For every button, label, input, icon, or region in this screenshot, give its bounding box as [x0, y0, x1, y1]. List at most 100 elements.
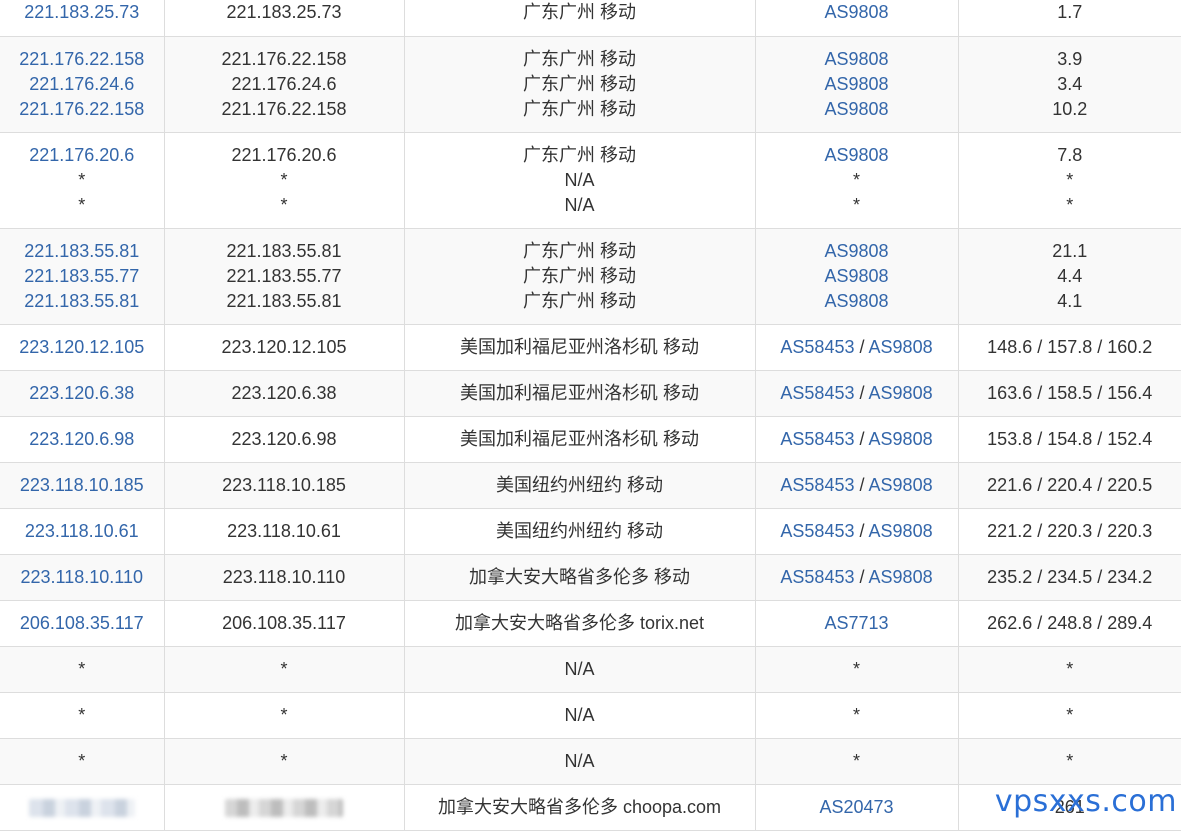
asn-separator: /	[859, 382, 865, 403]
hop-row: * * N/A * *	[0, 692, 1181, 739]
hop-hostname: 223.120.6.38	[231, 382, 337, 403]
hop-latency: 262.6 / 248.8 / 289.4	[987, 612, 1153, 633]
hop-asn-line: *	[760, 193, 954, 218]
asn-link[interactable]: AS9808	[824, 241, 888, 261]
hop-ip-cell	[0, 784, 165, 831]
hop-location: N/A	[564, 750, 595, 771]
hop-hostname: *	[280, 169, 288, 190]
hop-ip-link[interactable]: 221.183.55.81	[4, 239, 160, 264]
hop-ip-link[interactable]: 206.108.35.117	[4, 611, 160, 636]
hop-latency: 4.4	[1057, 265, 1083, 286]
hop-ip-cell: 206.108.35.117	[0, 600, 165, 647]
asn-link[interactable]: AS9808	[824, 291, 888, 311]
asn-link[interactable]: AS58453	[780, 567, 854, 587]
hop-latency-cell: 153.8 / 154.8 / 152.4	[958, 416, 1181, 463]
hop-ip-link[interactable]: 223.118.10.110	[4, 565, 160, 590]
hop-hostname: 221.183.55.81	[226, 240, 342, 261]
hop-location-cell: 广东广州 移动 N/A N/A	[404, 132, 756, 229]
hop-ip-link[interactable]: 223.118.10.61	[4, 519, 160, 544]
asn-link[interactable]: AS58453	[780, 337, 854, 357]
redacted-ip	[28, 798, 135, 817]
asn-link[interactable]: AS9808	[824, 145, 888, 165]
hop-asn-line: AS9808	[760, 264, 954, 289]
hop-hostname-cell: 223.118.10.61	[164, 508, 405, 555]
hop-ip-link[interactable]: 221.183.55.81	[4, 289, 160, 314]
hop-row: 223.118.10.110 223.118.10.110 加拿大安大略省多伦多 移…	[0, 554, 1181, 601]
hop-latency-cell: *	[958, 646, 1181, 693]
hop-location: 加拿大安大略省多伦多 移动	[469, 566, 690, 587]
hop-location-cell: 美国加利福尼亚州洛杉矶 移动	[404, 370, 756, 417]
hop-location: 广东广州 移动	[522, 290, 636, 311]
hop-hostname: 223.118.10.110	[222, 566, 346, 587]
asn-link[interactable]: AS58453	[780, 475, 854, 495]
hop-ip-link[interactable]: 223.120.6.98	[4, 427, 160, 452]
hop-row: 223.120.6.98 223.120.6.98 美国加利福尼亚州洛杉矶 移动 AS…	[0, 416, 1181, 463]
hop-ip-cell: 223.120.12.105	[0, 324, 165, 371]
hop-asn-line: *	[760, 168, 954, 193]
asn-link[interactable]: AS9808	[869, 429, 933, 449]
redacted-hostname	[225, 798, 343, 817]
hop-latency-cell: 262.6 / 248.8 / 289.4	[958, 600, 1181, 647]
hop-hostname: 221.183.55.81	[226, 290, 342, 311]
hop-latency-cell: 221.6 / 220.4 / 220.5	[958, 462, 1181, 509]
hop-location-cell: N/A	[404, 646, 756, 693]
hop-ip-cell: 223.118.10.110	[0, 554, 165, 601]
hop-ip-cell: 223.118.10.61	[0, 508, 165, 555]
hop-latency-cell: 148.6 / 157.8 / 160.2	[958, 324, 1181, 371]
asn-link[interactable]: AS9808	[824, 266, 888, 286]
hop-row: * * N/A * *	[0, 738, 1181, 785]
hop-asn-line: AS9808	[760, 239, 954, 264]
hop-ip-timeout: *	[78, 704, 86, 725]
asn-link[interactable]: AS9808	[869, 567, 933, 587]
asn-link[interactable]: AS9808	[869, 521, 933, 541]
hop-ip-link[interactable]: 221.176.22.158	[4, 47, 160, 72]
hop-ip-link[interactable]: 221.176.24.6	[4, 72, 160, 97]
hop-asn-line: AS58453 / AS9808	[760, 565, 954, 590]
hop-asn-line: AS9808	[760, 289, 954, 314]
asn-link[interactable]: AS20473	[819, 797, 893, 817]
asn-separator: /	[859, 474, 865, 495]
hop-asn-line: AS9808	[760, 143, 954, 168]
hop-ip-link[interactable]: 223.120.12.105	[4, 335, 160, 360]
hop-ip-link[interactable]: 221.176.20.6	[4, 143, 160, 168]
hop-latency: 10.2	[1052, 98, 1088, 119]
asn-link[interactable]: AS58453	[780, 521, 854, 541]
hop-ip-link[interactable]: 221.176.22.158	[4, 97, 160, 122]
hop-hostname: 223.120.12.105	[221, 336, 347, 357]
asn-timeout: *	[852, 169, 860, 190]
hop-hostname: *	[280, 194, 288, 215]
hop-hostname: 221.176.22.158	[221, 98, 347, 119]
asn-separator: /	[859, 520, 865, 541]
hop-hostname: *	[280, 658, 288, 679]
asn-link[interactable]: AS9808	[869, 337, 933, 357]
hop-ip-link[interactable]: 223.118.10.185	[4, 473, 160, 498]
hop-latency: 4.1	[1057, 290, 1083, 311]
hop-latency-cell: *	[958, 738, 1181, 785]
hop-asn-cell: AS20473	[755, 784, 959, 831]
hop-asn-cell: AS7713	[755, 600, 959, 647]
asn-link[interactable]: AS58453	[780, 383, 854, 403]
hop-ip-link[interactable]: 223.120.6.38	[4, 381, 160, 406]
asn-link[interactable]: AS9808	[824, 99, 888, 119]
hop-asn-line: *	[760, 749, 954, 774]
hop-asn-cell: AS9808 AS9808 AS9808	[755, 36, 959, 133]
asn-link[interactable]: AS58453	[780, 429, 854, 449]
hop-ip-timeout: *	[78, 658, 86, 679]
asn-link[interactable]: AS7713	[824, 613, 888, 633]
hop-location: 广东广州 移动	[522, 144, 636, 165]
hop-hostname: 221.183.55.77	[226, 265, 342, 286]
asn-link[interactable]: AS9808	[824, 2, 888, 22]
hop-ip-link[interactable]: 221.183.55.77	[4, 264, 160, 289]
hop-ip-link[interactable]: 221.183.25.73	[4, 0, 160, 25]
hop-asn-line: AS9808	[760, 97, 954, 122]
asn-link[interactable]: AS9808	[824, 74, 888, 94]
asn-link[interactable]: AS9808	[869, 475, 933, 495]
hop-location-cell: 美国纽约州纽约 移动	[404, 508, 756, 555]
asn-link[interactable]: AS9808	[824, 49, 888, 69]
hop-asn-cell: AS9808 AS9808 AS9808	[755, 228, 959, 325]
hop-row: 223.120.6.38 223.120.6.38 美国加利福尼亚州洛杉矶 移动 AS…	[0, 370, 1181, 417]
hop-ip-cell: 223.118.10.185	[0, 462, 165, 509]
hop-asn-cell: *	[755, 692, 959, 739]
hop-location: 美国纽约州纽约 移动	[495, 520, 663, 541]
asn-link[interactable]: AS9808	[869, 383, 933, 403]
